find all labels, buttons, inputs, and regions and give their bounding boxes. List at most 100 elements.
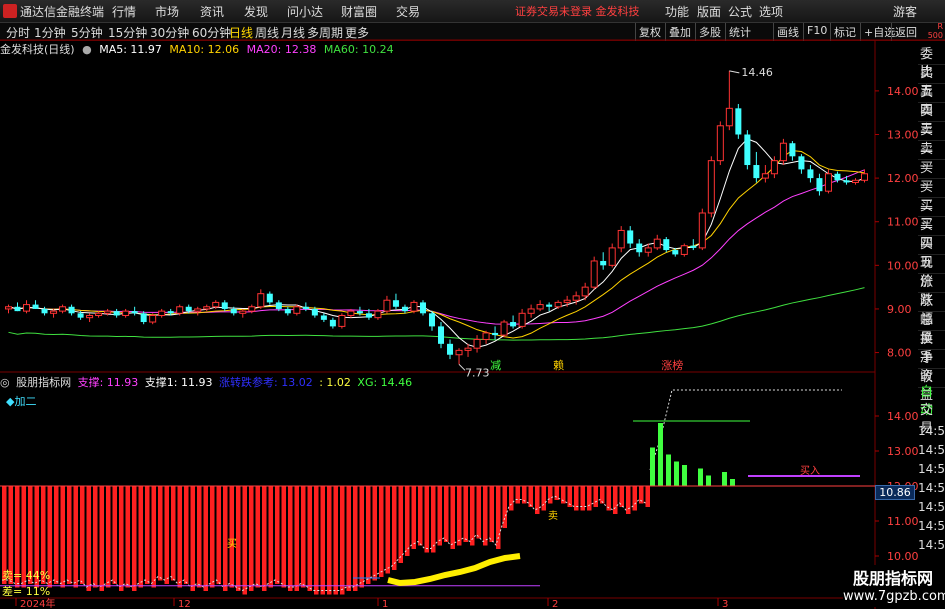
y-tick-label: 14.00 <box>887 85 919 98</box>
side-panel-item[interactable]: 卖三 <box>918 103 945 137</box>
x-axis-label: 2 <box>552 599 558 609</box>
indicator-bar <box>613 486 618 514</box>
candle-body <box>500 321 508 336</box>
y-tick-label: 13.00 <box>887 129 919 142</box>
candle-body <box>779 142 787 162</box>
candle-body <box>275 302 282 309</box>
sell-marker-label: 卖 <box>548 510 558 522</box>
candle-body <box>284 308 291 314</box>
indicator-bar <box>145 486 150 584</box>
candle-body <box>834 173 841 181</box>
indicator-bar <box>431 486 436 553</box>
candle-body <box>140 313 147 323</box>
candle-body <box>680 245 688 255</box>
indicator-green-bar <box>722 472 727 486</box>
candle-body <box>392 300 399 307</box>
indicator-bar <box>632 486 637 511</box>
indicator-bar <box>353 486 358 591</box>
indicator-bar <box>164 486 169 584</box>
indicator-bar <box>190 486 195 591</box>
indicator-bar <box>333 486 338 595</box>
candle-body <box>554 301 562 308</box>
x-axis-label: 12 <box>178 599 191 609</box>
buy-marker-label: 买 <box>227 538 237 550</box>
candle-body <box>383 299 391 312</box>
side-panel-item[interactable]: 总量 <box>918 312 945 346</box>
indicator-bar <box>112 486 117 584</box>
indicator-green-bar <box>650 447 655 486</box>
candle-body <box>419 302 426 314</box>
candle-body <box>690 245 697 248</box>
candle-body <box>546 304 553 307</box>
y-tick-label: 12.00 <box>887 172 919 185</box>
indicator-bar <box>502 486 507 528</box>
y-tick-label: 8.00 <box>887 347 912 360</box>
candle-body <box>744 134 751 166</box>
indicator-bar <box>470 486 475 546</box>
indicator-support1: 支撑1: 11.93 <box>144 376 213 389</box>
indicator-bar <box>327 486 332 595</box>
y-tick-label: 9.00 <box>887 303 912 316</box>
side-panel-item[interactable]: 卖一 <box>918 141 945 175</box>
candle-body <box>716 125 724 162</box>
min-price-label: 7.73 <box>465 366 490 379</box>
candle-body <box>338 314 346 327</box>
side-panel-item[interactable]: 卖四 <box>918 84 945 118</box>
candle-body <box>203 306 211 310</box>
side-panel-bottom-item[interactable]: 交易 <box>918 402 945 436</box>
side-panel-item[interactable]: 买三 <box>918 198 945 232</box>
side-time-item: 14:56 <box>918 443 945 457</box>
side-panel-item[interactable]: 现价 <box>918 255 945 289</box>
indicator-bar <box>99 486 104 591</box>
indicator-bar <box>275 486 280 584</box>
indicator-bar <box>93 486 98 588</box>
indicator-bar <box>158 486 163 581</box>
chart-annotation: 赖 <box>553 359 564 372</box>
side-panel-bottom-item[interactable]: 自动 <box>918 384 945 418</box>
indicator-support: 支撑: 11.93 <box>77 376 139 389</box>
candle-body <box>212 301 220 308</box>
side-panel-item[interactable]: 买四 <box>918 217 945 251</box>
indicator-bar <box>346 486 351 591</box>
candle-body <box>447 343 454 355</box>
side-panel-item[interactable]: 卖五 <box>918 65 945 99</box>
side-panel-item[interactable]: 买一 <box>918 160 945 194</box>
side-panel-item[interactable]: 卖二 <box>918 122 945 156</box>
indicator-bar <box>424 486 429 553</box>
kline-chart[interactable]: 14.00 13.00 12.00 11.00 10.00 9.00 8.00 14.46 7.… <box>0 0 945 609</box>
indicator-y-tick-label: 14.00 <box>887 410 919 423</box>
candle-body <box>725 107 733 127</box>
indicator-bar <box>483 486 488 546</box>
side-panel-item[interactable]: 涨跌 <box>918 274 945 308</box>
candle-body <box>608 247 616 266</box>
indicator-bar <box>288 486 293 591</box>
indicator-green-bar <box>682 465 687 486</box>
side-time-item: 14:56 <box>918 462 945 476</box>
side-panel-item[interactable]: 委比 <box>918 46 945 80</box>
candle-body <box>194 308 202 312</box>
candle-body <box>77 313 84 318</box>
candle-body <box>510 322 517 327</box>
max-pointer <box>729 70 740 74</box>
sell-percentage: 卖= 44% <box>2 569 51 582</box>
indicator-bar <box>476 486 481 539</box>
side-panel-item[interactable]: 买二 <box>918 179 945 213</box>
indicator-ratio: : 1.02 <box>319 376 351 389</box>
candle-body <box>464 347 472 351</box>
side-panel-item[interactable]: 买五 <box>918 236 945 270</box>
ma10-line <box>8 150 865 339</box>
candle-body <box>843 180 850 183</box>
candle-body <box>356 311 363 314</box>
indicator-bar <box>132 486 137 591</box>
chart-annotation: 涨榜 <box>661 358 683 372</box>
indicator-bar <box>509 486 514 511</box>
side-panel-item[interactable]: 净资 <box>918 350 945 384</box>
indicator-bar <box>418 486 423 546</box>
diff-percentage: 差= 11% <box>2 585 51 598</box>
side-panel-item[interactable]: 换手 <box>918 331 945 365</box>
indicator-bar <box>600 486 605 504</box>
side-panel-item[interactable]: 涨幅 <box>918 293 945 327</box>
indicator-settings-icon[interactable]: ◎ <box>0 376 10 389</box>
candle-body <box>122 310 130 316</box>
x-axis-label: 1 <box>382 599 388 609</box>
